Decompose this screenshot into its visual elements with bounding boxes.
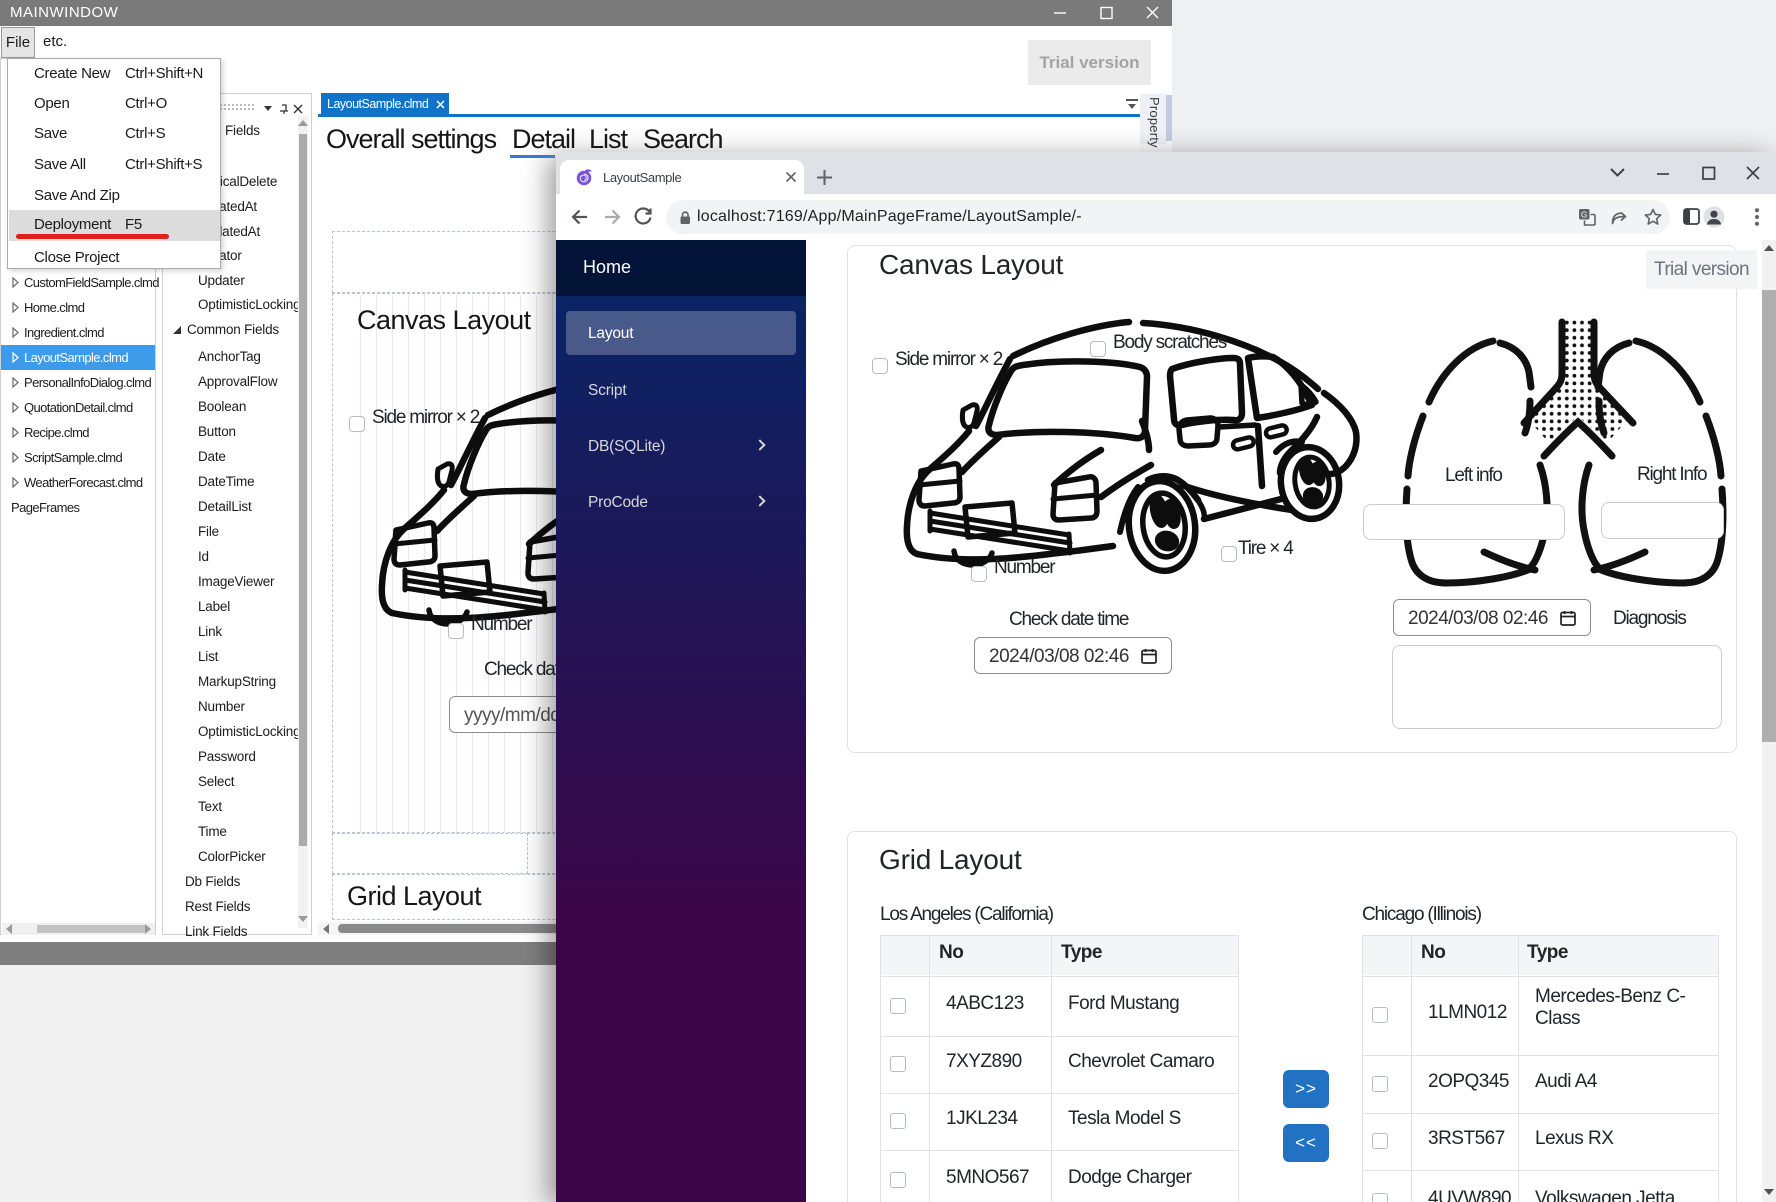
- svg-text:G: G: [1581, 211, 1587, 220]
